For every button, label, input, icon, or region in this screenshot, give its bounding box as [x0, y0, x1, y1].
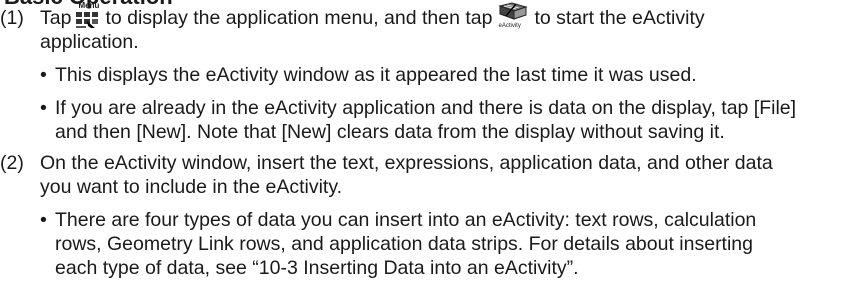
step-text: to display the application menu, and the… — [105, 7, 493, 29]
step-2: (2) On the eActivity window, insert the t… — [0, 151, 850, 175]
bullet-item: • There are four types of data you can in… — [40, 208, 756, 232]
step-number: (1) — [0, 7, 24, 29]
step-number: (2) — [0, 152, 24, 174]
step-text: Tap — [40, 7, 72, 29]
bullet-text: and then [New]. Note that [New] clears d… — [55, 121, 725, 143]
bullet-glyph: • — [40, 64, 47, 86]
eactivity-icon: eActivity — [496, 2, 530, 30]
step-1: (1) Tap Menu to display the application men… — [0, 1, 850, 30]
bullet-item: • This displays the eActivity window as i… — [40, 63, 697, 87]
bullet-text: This displays the eActivity window as it… — [55, 64, 697, 86]
step-text: you want to include in the eActivity. — [40, 176, 343, 198]
eactivity-icon-caption: eActivity — [498, 23, 521, 29]
bullet-text: each type of data, see “10-3 Inserting D… — [55, 257, 579, 279]
menu-icon-caption: Menu — [78, 1, 100, 10]
bullet-text: If you are already in the eActivity appl… — [55, 97, 797, 119]
step-text: On the eActivity window, insert the text… — [40, 152, 773, 174]
menu-icon: Menu — [75, 1, 101, 30]
step-text: to start the eActivity — [534, 7, 705, 29]
bullet-item: • If you are already in the eActivity app… — [40, 96, 796, 120]
bullet-glyph: • — [40, 97, 47, 119]
bullet-glyph: • — [40, 209, 47, 231]
step-text: application. — [40, 31, 139, 53]
bullet-text: There are four types of data you can ins… — [55, 209, 757, 231]
bullet-text: rows, Geometry Link rows, and applicatio… — [55, 233, 754, 255]
